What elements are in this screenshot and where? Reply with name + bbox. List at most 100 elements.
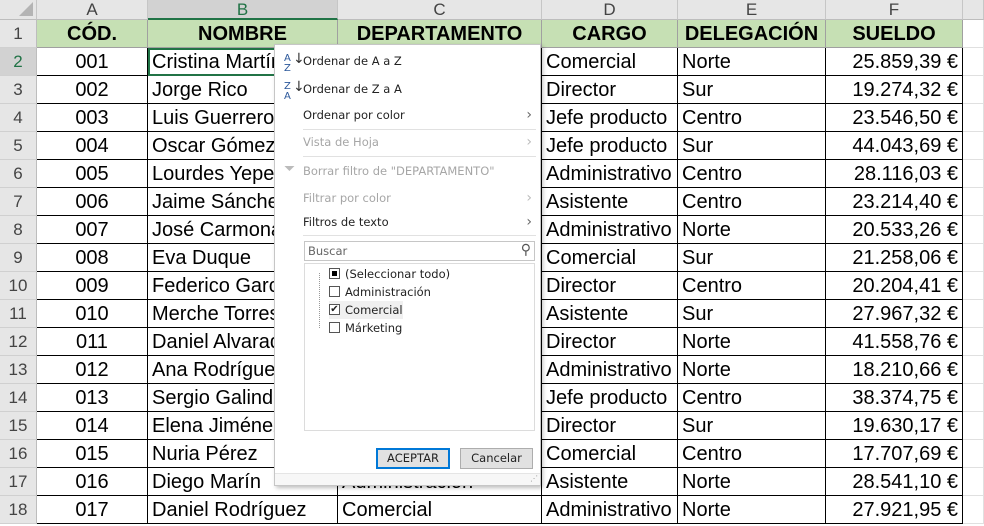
table-cell[interactable]: Administrativo [542, 496, 678, 524]
table-cell[interactable]: 19.274,32 € [826, 76, 963, 104]
row-header[interactable]: 9 [0, 244, 37, 272]
row-header[interactable]: 12 [0, 328, 37, 356]
column-header-b[interactable]: B [148, 0, 338, 20]
table-cell[interactable]: Asistente [542, 300, 678, 328]
table-cell[interactable]: Centro [678, 188, 826, 216]
table-cell[interactable]: Asistente [542, 468, 678, 496]
column-header-e[interactable]: E [678, 0, 826, 20]
table-cell[interactable]: 015 [37, 440, 148, 468]
table-cell[interactable]: 23.546,50 € [826, 104, 963, 132]
empty-cell[interactable] [963, 188, 984, 216]
table-cell[interactable]: 18.210,66 € [826, 356, 963, 384]
filter-values-list[interactable]: (Seleccionar todo) Administración ✔ Comerci… [304, 263, 535, 431]
checkbox[interactable] [329, 268, 340, 279]
table-cell[interactable]: Director [542, 76, 678, 104]
row-header[interactable]: 8 [0, 216, 37, 244]
row-header[interactable]: 10 [0, 272, 37, 300]
empty-cell[interactable] [963, 104, 984, 132]
filter-value-item[interactable]: Márketing [329, 319, 402, 337]
empty-cell[interactable] [963, 468, 984, 496]
table-cell[interactable]: 28.541,10 € [826, 468, 963, 496]
empty-cell[interactable] [963, 300, 984, 328]
select-all-corner[interactable] [0, 0, 37, 20]
table-cell[interactable]: 41.558,76 € [826, 328, 963, 356]
empty-cell[interactable] [963, 244, 984, 272]
table-cell[interactable]: 013 [37, 384, 148, 412]
row-header[interactable]: 7 [0, 188, 37, 216]
table-cell[interactable]: Director [542, 272, 678, 300]
empty-cell[interactable] [963, 132, 984, 160]
filter-value-item[interactable]: ✔ Comercial [329, 301, 403, 319]
table-cell[interactable]: Director [542, 328, 678, 356]
table-cell[interactable]: Jefe producto [542, 384, 678, 412]
table-cell[interactable]: Sur [678, 300, 826, 328]
row-header[interactable]: 16 [0, 440, 37, 468]
table-cell[interactable]: 010 [37, 300, 148, 328]
row-header[interactable]: 11 [0, 300, 37, 328]
table-cell[interactable]: Centro [678, 104, 826, 132]
row-header[interactable]: 3 [0, 76, 37, 104]
row-header[interactable]: 14 [0, 384, 37, 412]
filter-value-item[interactable]: (Seleccionar todo) [329, 265, 450, 283]
checkbox[interactable] [329, 286, 340, 297]
table-cell[interactable]: Norte [678, 496, 826, 524]
table-cell[interactable]: Jefe producto [542, 132, 678, 160]
table-cell[interactable]: 002 [37, 76, 148, 104]
empty-cell[interactable] [963, 328, 984, 356]
empty-cell[interactable] [963, 272, 984, 300]
table-cell[interactable]: 23.214,40 € [826, 188, 963, 216]
sort-by-color-item[interactable]: Ordenar por color › [275, 103, 540, 127]
row-header[interactable]: 17 [0, 468, 37, 496]
table-cell[interactable]: Jefe producto [542, 104, 678, 132]
table-cell[interactable]: 20.204,41 € [826, 272, 963, 300]
table-cell[interactable]: 016 [37, 468, 148, 496]
filter-value-item[interactable]: Administración [329, 283, 431, 301]
table-cell[interactable]: 28.116,03 € [826, 160, 963, 188]
table-cell[interactable]: 007 [37, 216, 148, 244]
table-cell[interactable]: 004 [37, 132, 148, 160]
row-header[interactable]: 15 [0, 412, 37, 440]
table-cell[interactable]: Comercial [542, 244, 678, 272]
column-header-c[interactable]: C [338, 0, 542, 20]
table-cell[interactable]: Comercial [542, 440, 678, 468]
table-cell[interactable]: Norte [678, 356, 826, 384]
table-cell[interactable]: Sur [678, 132, 826, 160]
empty-cell[interactable] [963, 48, 984, 76]
row-header[interactable]: 1 [0, 20, 37, 48]
empty-cell[interactable] [963, 20, 984, 48]
table-cell[interactable]: 17.707,69 € [826, 440, 963, 468]
table-cell[interactable]: 25.859,39 € [826, 48, 963, 76]
table-cell[interactable]: Sur [678, 244, 826, 272]
row-header[interactable]: 2 [0, 48, 37, 76]
column-header-f[interactable]: F [826, 0, 963, 20]
table-cell[interactable]: Norte [678, 468, 826, 496]
table-cell[interactable]: 005 [37, 160, 148, 188]
table-cell[interactable]: 20.533,26 € [826, 216, 963, 244]
table-cell[interactable]: 001 [37, 48, 148, 76]
table-cell[interactable]: Comercial [338, 496, 542, 524]
table-cell[interactable]: 27.921,95 € [826, 496, 963, 524]
empty-cell[interactable] [963, 384, 984, 412]
empty-cell[interactable] [963, 160, 984, 188]
empty-cell[interactable] [963, 356, 984, 384]
table-cell[interactable]: Sur [678, 76, 826, 104]
table-cell[interactable]: 011 [37, 328, 148, 356]
table-cell[interactable]: Sur [678, 412, 826, 440]
search-input[interactable]: Buscar ⚲ [304, 241, 535, 261]
checkbox[interactable]: ✔ [329, 304, 340, 315]
row-header[interactable]: 13 [0, 356, 37, 384]
checkbox[interactable] [329, 322, 340, 333]
cancel-button[interactable]: Cancelar [460, 448, 533, 469]
row-header[interactable]: 6 [0, 160, 37, 188]
table-cell[interactable]: Administrativo [542, 356, 678, 384]
row-header[interactable]: 5 [0, 132, 37, 160]
empty-cell[interactable] [963, 496, 984, 524]
table-cell[interactable]: Comercial [542, 48, 678, 76]
table-cell[interactable]: Centro [678, 272, 826, 300]
table-cell[interactable]: Norte [678, 48, 826, 76]
table-cell[interactable]: Centro [678, 160, 826, 188]
table-cell[interactable]: 19.630,17 € [826, 412, 963, 440]
table-cell[interactable]: Norte [678, 328, 826, 356]
table-cell[interactable]: 27.967,32 € [826, 300, 963, 328]
table-cell[interactable]: Daniel Rodríguez [148, 496, 338, 524]
